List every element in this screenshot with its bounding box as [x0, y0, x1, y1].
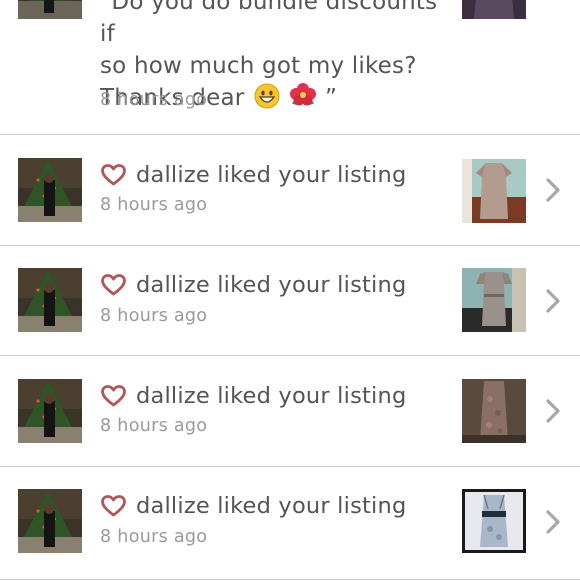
comment-line-1: “Do you do bundle discounts if — [100, 0, 438, 47]
notification-text: dallize liked your listing — [136, 272, 407, 298]
chevron-right-icon[interactable] — [543, 177, 563, 203]
heart-outline-icon — [101, 164, 126, 186]
chevron-right-icon[interactable] — [543, 509, 563, 535]
timestamp: 8 hours ago — [100, 195, 208, 215]
timestamp: 8 hours ago — [100, 90, 208, 110]
comment-notification[interactable]: “Do you do bundle discounts if so how mu… — [0, 0, 580, 135]
grinning-face-icon — [254, 83, 280, 118]
closing-quote: ” — [324, 85, 338, 111]
chevron-right-icon[interactable] — [543, 398, 563, 424]
user-avatar[interactable] — [18, 489, 82, 553]
like-notification[interactable]: dallize liked your listing 8 hours ago — [0, 356, 580, 467]
timestamp: 8 hours ago — [100, 416, 208, 436]
comment-line-2: so how much got my likes? — [100, 53, 417, 79]
listing-thumbnail[interactable] — [462, 379, 526, 443]
heart-outline-icon — [101, 274, 126, 296]
listing-thumbnail[interactable] — [462, 159, 526, 223]
like-notification[interactable]: dallize liked your listing 8 hours ago — [0, 467, 580, 580]
user-avatar[interactable] — [18, 379, 82, 443]
chevron-right-icon[interactable] — [543, 288, 563, 314]
notification-text: dallize liked your listing — [136, 162, 407, 188]
timestamp: 8 hours ago — [100, 527, 208, 547]
listing-thumbnail[interactable] — [462, 489, 526, 553]
hibiscus-icon — [289, 83, 317, 118]
heart-outline-icon — [101, 495, 126, 517]
user-avatar[interactable] — [18, 0, 82, 19]
heart-outline-icon — [101, 385, 126, 407]
notification-text: dallize liked your listing — [136, 383, 407, 409]
like-notification[interactable]: dallize liked your listing 8 hours ago — [0, 246, 580, 356]
timestamp: 8 hours ago — [100, 306, 208, 326]
user-avatar[interactable] — [18, 268, 82, 332]
notification-text: dallize liked your listing — [136, 493, 407, 519]
listing-thumbnail[interactable] — [462, 0, 526, 19]
like-notification[interactable]: dallize liked your listing 8 hours ago — [0, 135, 580, 246]
user-avatar[interactable] — [18, 158, 82, 222]
listing-thumbnail[interactable] — [462, 268, 526, 332]
